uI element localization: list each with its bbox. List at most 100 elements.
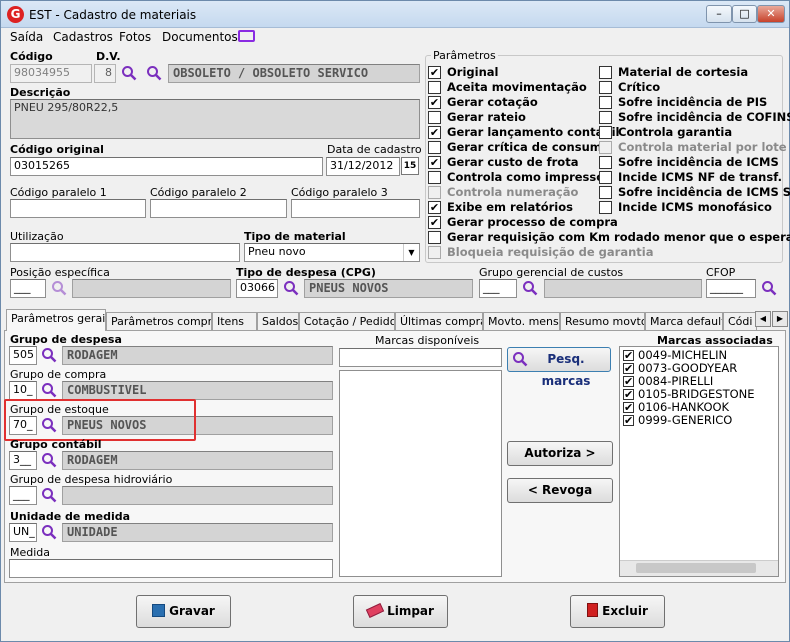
menu-saida[interactable]: Saída xyxy=(10,30,43,44)
calendar-icon[interactable]: 15 xyxy=(401,157,419,175)
checkbox[interactable] xyxy=(599,201,612,214)
horizontal-scrollbar[interactable] xyxy=(620,560,778,576)
tab-8[interactable]: Marca default xyxy=(645,312,723,331)
autoriza-button[interactable]: Autoriza > xyxy=(507,441,613,466)
medida-input[interactable] xyxy=(9,559,333,578)
codigo-input[interactable]: 98034955 xyxy=(10,64,92,83)
posicao-input[interactable]: ___ xyxy=(10,279,46,298)
checkbox[interactable]: ✔ xyxy=(428,66,441,79)
search-icon[interactable] xyxy=(41,452,57,468)
monitor-icon[interactable] xyxy=(238,30,255,42)
tab-0[interactable]: Parâmetros gerais xyxy=(6,309,106,331)
close-button[interactable]: ✕ xyxy=(757,5,785,23)
checkbox[interactable] xyxy=(599,171,612,184)
checkbox[interactable] xyxy=(428,171,441,184)
grupo-contabil-code[interactable]: 3__ xyxy=(9,451,37,470)
search-icon[interactable] xyxy=(121,65,137,81)
maximize-button[interactable]: □ xyxy=(732,5,757,23)
codigo-paralelo-1-input[interactable] xyxy=(10,199,146,218)
tab-7[interactable]: Resumo movto. xyxy=(560,312,645,331)
minimize-button[interactable]: – xyxy=(706,5,732,23)
marca-checkbox[interactable]: ✔ xyxy=(623,402,634,413)
tab-3[interactable]: Saldos xyxy=(257,312,299,331)
medida-label: Medida xyxy=(10,546,51,559)
marcas-filter-input[interactable] xyxy=(339,348,502,367)
data-cadastro-input[interactable]: 31/12/2012 xyxy=(326,157,400,176)
checkbox[interactable] xyxy=(599,126,612,139)
checkbox[interactable]: ✔ xyxy=(428,96,441,109)
checkbox[interactable] xyxy=(599,186,612,199)
checkbox[interactable] xyxy=(599,111,612,124)
tab-9[interactable]: Códi xyxy=(723,312,757,331)
grupo-despesa-code[interactable]: 505 xyxy=(9,346,37,365)
search-icon[interactable] xyxy=(41,347,57,363)
menu-fotos[interactable]: Fotos xyxy=(119,30,151,44)
marcas-associadas-list[interactable]: ✔ 0049-MICHELIN ✔ 0073-GOODYEAR ✔ 0084-PIRELL… xyxy=(619,346,779,577)
situacao-field: OBSOLETO / OBSOLETO SERVICO xyxy=(168,64,420,83)
cfop-input[interactable]: ______ xyxy=(706,279,756,298)
tab-scroll-left-button[interactable]: ◀ xyxy=(755,311,771,327)
tab-6[interactable]: Movto. mensal xyxy=(483,312,560,331)
search-icon[interactable] xyxy=(146,65,162,81)
marca-checkbox[interactable]: ✔ xyxy=(623,350,634,361)
gravar-button[interactable]: Gravar xyxy=(136,595,231,628)
unidade-code[interactable]: UN_ xyxy=(9,523,37,542)
checkbox[interactable] xyxy=(428,231,441,244)
codigo-original-input[interactable]: 03015265 xyxy=(10,157,323,176)
tipo-despesa-code[interactable]: 03066 xyxy=(236,279,278,298)
tab-5[interactable]: Últimas compras xyxy=(395,312,483,331)
descricao-input[interactable]: PNEU 295/80R22,5 xyxy=(10,99,420,139)
tab-4[interactable]: Cotação / Pedido xyxy=(299,312,395,331)
checkbox[interactable]: ✔ xyxy=(428,156,441,169)
grupo-gerencial-input[interactable]: ___ xyxy=(479,279,517,298)
checkbox[interactable] xyxy=(599,66,612,79)
checkbox[interactable] xyxy=(428,111,441,124)
revoga-button[interactable]: < Revoga xyxy=(507,478,613,503)
checkbox[interactable]: ✔ xyxy=(428,216,441,229)
checkbox[interactable] xyxy=(428,81,441,94)
marcas-disponiveis-list[interactable] xyxy=(339,370,502,577)
menu-documentos[interactable]: Documentos xyxy=(162,30,238,44)
checkbox[interactable] xyxy=(428,141,441,154)
menu-cadastros[interactable]: Cadastros xyxy=(53,30,113,44)
pesq-marcas-button[interactable]: Pesq. marcas xyxy=(507,347,611,388)
codigo-paralelo-2-input[interactable] xyxy=(150,199,287,218)
grupo-compra-code[interactable]: 10_ xyxy=(9,381,37,400)
search-icon[interactable] xyxy=(41,487,57,503)
list-item[interactable]: 0049-MICHELIN xyxy=(638,348,727,362)
marca-checkbox[interactable]: ✔ xyxy=(623,389,634,400)
checkbox[interactable]: ✔ xyxy=(428,201,441,214)
list-item[interactable]: 0073-GOODYEAR xyxy=(638,361,737,375)
list-item[interactable]: 0106-HANKOOK xyxy=(638,400,729,414)
marca-checkbox[interactable]: ✔ xyxy=(623,376,634,387)
search-icon[interactable] xyxy=(761,280,777,296)
checkbox[interactable] xyxy=(599,156,612,169)
search-icon[interactable] xyxy=(283,280,299,296)
search-icon[interactable] xyxy=(41,524,57,540)
window-title: EST - Cadastro de materiais xyxy=(29,8,197,22)
utilizacao-input[interactable] xyxy=(10,243,240,262)
tab-1[interactable]: Parâmetros compras xyxy=(106,312,212,331)
search-icon[interactable] xyxy=(41,382,57,398)
list-item[interactable]: 0105-BRIDGESTONE xyxy=(638,387,755,401)
checkbox[interactable]: ✔ xyxy=(428,126,441,139)
chevron-down-icon[interactable]: ▼ xyxy=(403,244,419,261)
codigo-paralelo-3-input[interactable] xyxy=(291,199,420,218)
marca-checkbox[interactable]: ✔ xyxy=(623,363,634,374)
scrollbar-thumb[interactable] xyxy=(636,563,756,573)
tab-2[interactable]: Itens xyxy=(212,312,257,331)
grupo-hidro-code[interactable]: ___ xyxy=(9,486,37,505)
tipo-material-select[interactable]: Pneu novo ▼ xyxy=(244,243,420,262)
limpar-button[interactable]: Limpar xyxy=(353,595,448,628)
list-item[interactable]: 0999-GENERICO xyxy=(638,413,732,427)
marca-checkbox[interactable]: ✔ xyxy=(623,415,634,426)
grupo-compra-label: Grupo de compra xyxy=(10,368,107,381)
search-icon[interactable] xyxy=(522,280,538,296)
list-item[interactable]: 0084-PIRELLI xyxy=(638,374,713,388)
checkbox[interactable] xyxy=(599,96,612,109)
tab-scroll-right-button[interactable]: ▶ xyxy=(772,311,788,327)
dv-input[interactable]: 8 xyxy=(94,64,116,83)
excluir-button[interactable]: Excluir xyxy=(570,595,665,628)
checkbox[interactable] xyxy=(599,81,612,94)
search-icon[interactable] xyxy=(51,280,67,296)
